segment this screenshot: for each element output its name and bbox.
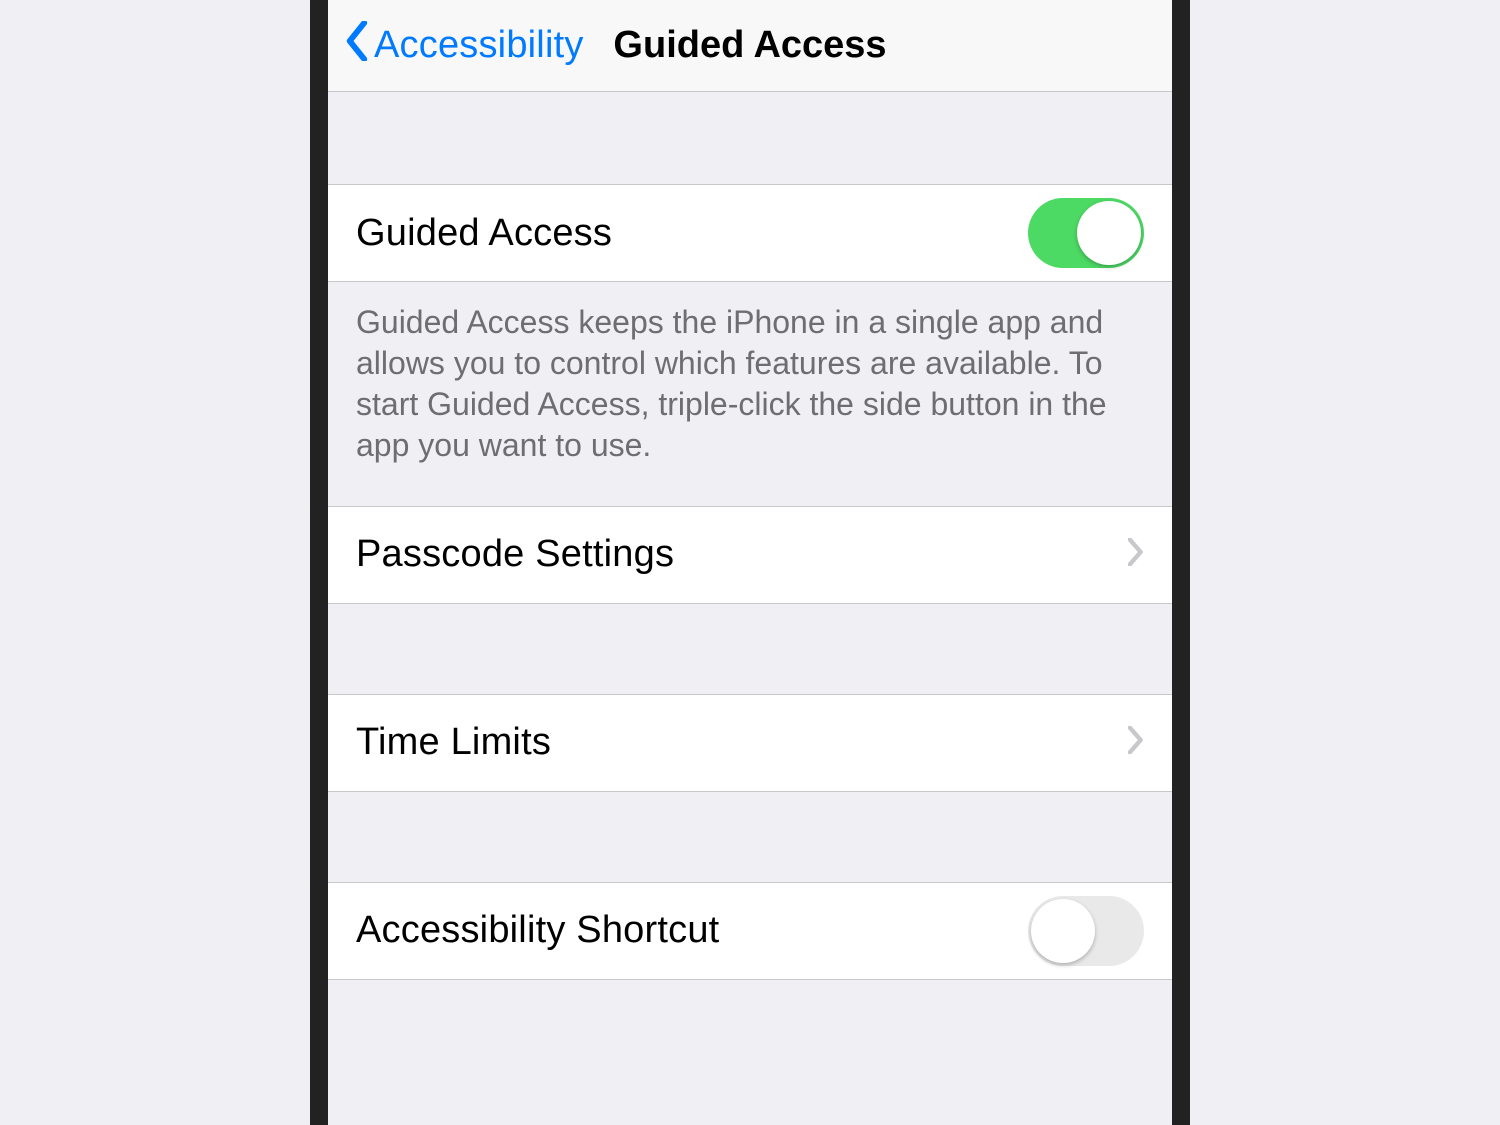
guided-access-label: Guided Access <box>356 212 612 255</box>
guided-access-row: Guided Access <box>328 184 1172 282</box>
navbar: Accessibility Guided Access <box>328 0 1172 92</box>
time-limits-label: Time Limits <box>356 721 551 764</box>
accessibility-shortcut-toggle[interactable] <box>1028 896 1144 966</box>
accessibility-shortcut-label: Accessibility Shortcut <box>356 909 719 952</box>
back-button[interactable]: Accessibility <box>346 21 584 71</box>
chevron-right-icon <box>1128 726 1144 759</box>
guided-access-toggle[interactable] <box>1028 198 1144 268</box>
chevron-right-icon <box>1128 538 1144 571</box>
accessibility-shortcut-row: Accessibility Shortcut <box>328 882 1172 980</box>
settings-screen: Accessibility Guided Access Guided Acces… <box>310 0 1190 1125</box>
back-button-label: Accessibility <box>374 24 584 67</box>
page-title: Guided Access <box>613 24 886 67</box>
passcode-settings-row[interactable]: Passcode Settings <box>328 506 1172 604</box>
section-gap <box>328 604 1172 694</box>
section-gap <box>328 792 1172 882</box>
time-limits-row[interactable]: Time Limits <box>328 694 1172 792</box>
section-gap <box>328 92 1172 184</box>
chevron-left-icon <box>346 21 374 71</box>
guided-access-description: Guided Access keeps the iPhone in a sing… <box>328 282 1172 506</box>
passcode-settings-label: Passcode Settings <box>356 533 674 576</box>
